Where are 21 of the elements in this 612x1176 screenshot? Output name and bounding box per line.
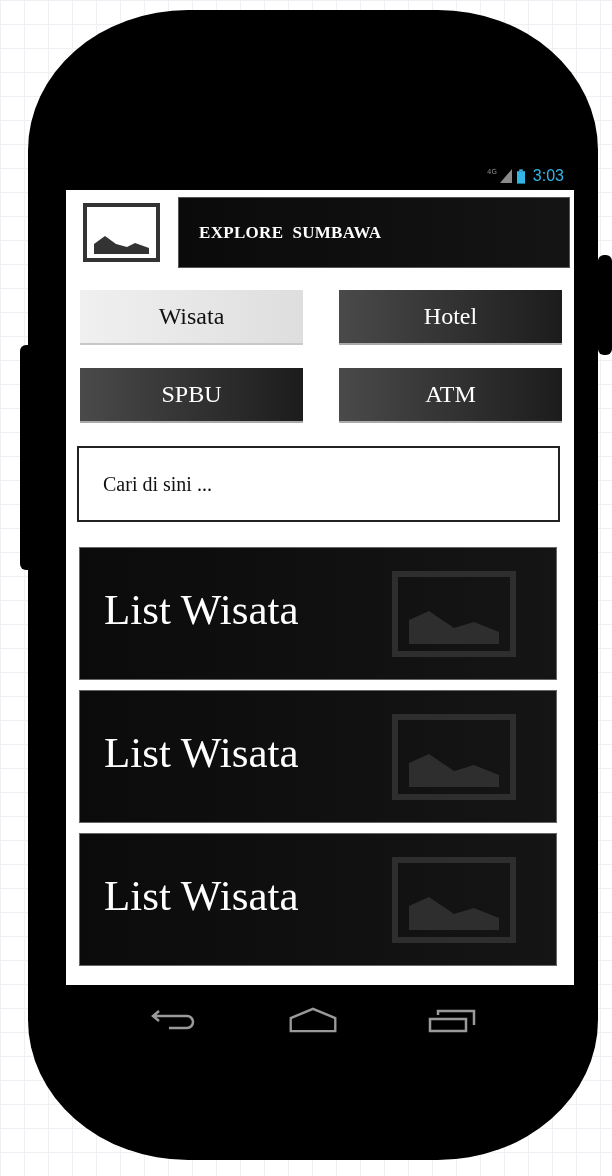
tab[interactable]: Wisata bbox=[80, 290, 303, 345]
home-icon[interactable] bbox=[288, 1007, 338, 1033]
image-icon bbox=[392, 856, 516, 943]
tab[interactable]: Hotel bbox=[339, 290, 562, 345]
search-field[interactable]: Cari di sini ... bbox=[77, 446, 560, 522]
list-item[interactable]: List Wisata bbox=[79, 833, 557, 966]
battery-icon bbox=[516, 168, 525, 184]
recent-apps-icon[interactable] bbox=[428, 1007, 478, 1033]
list-item-title: List Wisata bbox=[104, 728, 299, 777]
list-item[interactable]: List Wisata bbox=[79, 547, 557, 680]
list-item[interactable]: List Wisata bbox=[79, 690, 557, 823]
image-icon bbox=[392, 713, 516, 800]
signal-icon bbox=[499, 169, 512, 183]
tab[interactable]: SPBU bbox=[80, 368, 303, 423]
image-icon bbox=[83, 203, 160, 262]
image-icon bbox=[392, 570, 516, 657]
list-item-title: List Wisata bbox=[104, 585, 299, 634]
app-title: EXPLORE SUMBAWA bbox=[178, 197, 570, 268]
tab[interactable]: ATM bbox=[339, 368, 562, 423]
clock: 3:03 bbox=[532, 167, 564, 185]
list-item-title: List Wisata bbox=[104, 871, 299, 920]
